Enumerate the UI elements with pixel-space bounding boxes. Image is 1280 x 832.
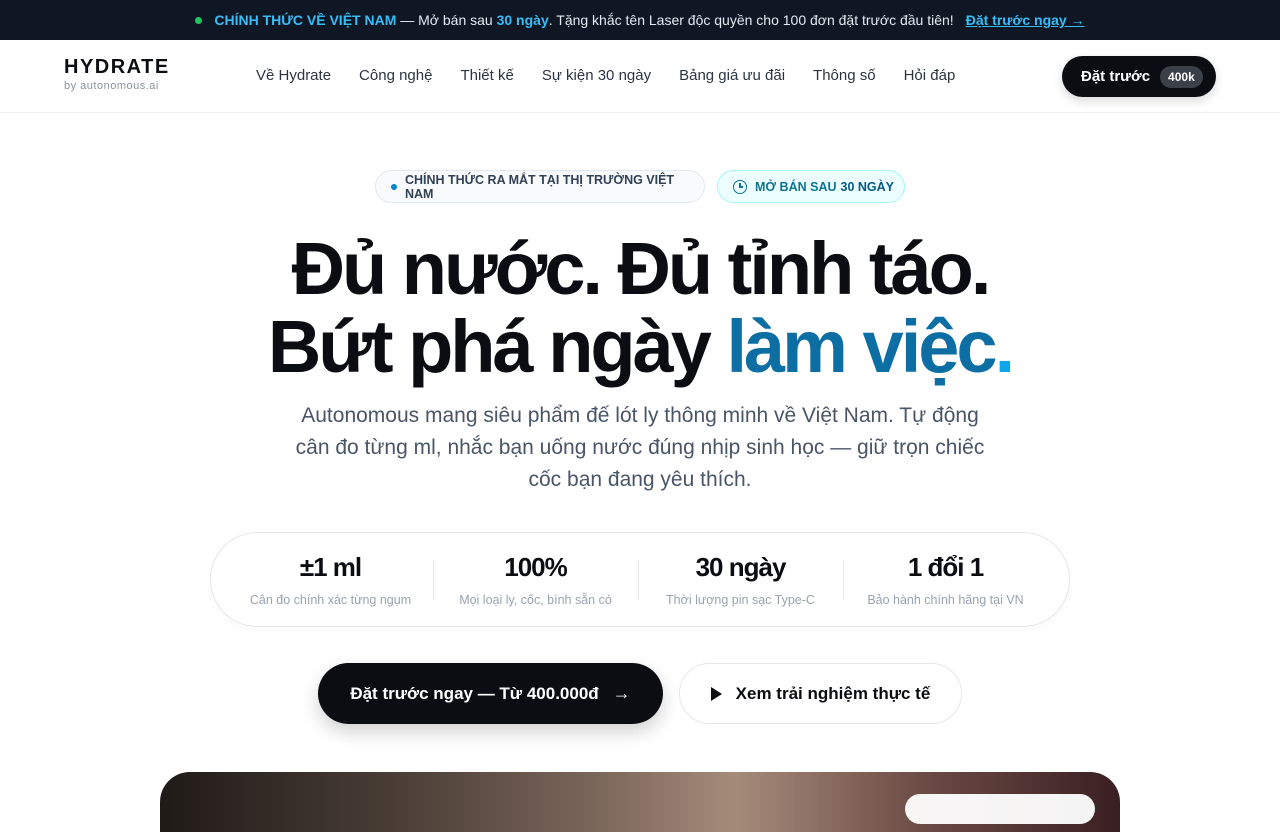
launch-pill: CHÍNH THỨC RA MẮT TẠI THỊ TRƯỜNG VIỆT NA… (375, 170, 705, 203)
main-navbar: HYDRATE by autonomous.ai Về Hydrate Công… (0, 40, 1280, 113)
arrow-right-icon: → (612, 683, 631, 703)
headline-line-2: Bứt phá ngày làm việc. (0, 310, 1280, 384)
announcement-days: 30 ngày (496, 12, 549, 28)
headline-line-2-start: Bứt phá ngày (267, 305, 727, 388)
logo-name: HYDRATE (64, 56, 170, 78)
preorder-now-button[interactable]: Đặt trước ngay — Từ 400.000đ → (318, 663, 663, 724)
nav-menu: Về Hydrate Công nghệ Thiết kế Sự kiện 30… (256, 67, 955, 84)
preorder-price-badge: 400k (1160, 65, 1203, 88)
stat-label: Mọi loại ly, cốc, bình sẵn có (459, 593, 612, 607)
stat-label: Cân đo chính xác từng ngụm (249, 593, 412, 607)
nav-item-design[interactable]: Thiết kế (460, 67, 513, 84)
clock-icon (733, 179, 747, 194)
nav-item-event[interactable]: Sự kiện 30 ngày (542, 67, 651, 84)
hero-image-overlay-chip (905, 794, 1095, 824)
watch-demo-button[interactable]: Xem trải nghiệm thực tế (679, 663, 962, 724)
nav-item-about[interactable]: Về Hydrate (256, 67, 331, 84)
preorder-now-label: Đặt trước ngay — Từ 400.000đ (350, 683, 599, 703)
announcement-highlight: CHÍNH THỨC VỀ VIỆT NAM (214, 12, 397, 28)
stat-battery: 30 ngày Thời lượng pin sạc Type-C (638, 552, 843, 607)
preorder-button[interactable]: Đặt trước 400k (1062, 56, 1216, 97)
sale-pill-days: 30 NGÀY (840, 179, 895, 194)
sale-pill-prefix: MỞ BÁN SAU (755, 179, 837, 194)
announcement-text-after: . Tặng khắc tên Laser độc quyền cho 100 … (548, 12, 954, 28)
watch-demo-label: Xem trải nghiệm thực tế (735, 683, 931, 703)
stat-value: 1 đổi 1 (907, 552, 984, 582)
nav-item-pricing[interactable]: Bảng giá ưu đãi (679, 67, 785, 84)
stat-compatibility: 100% Mọi loại ly, cốc, bình sẵn có (433, 552, 638, 607)
nav-item-technology[interactable]: Công nghệ (359, 67, 432, 84)
hero-image (160, 772, 1120, 832)
nav-item-specs[interactable]: Thông số (813, 67, 876, 84)
preorder-label: Đặt trước (1081, 68, 1151, 85)
logo-subtitle: by autonomous.ai (64, 80, 159, 92)
stat-accuracy: ±1 ml Cân đo chính xác từng ngụm (228, 552, 433, 607)
stat-warranty: 1 đổi 1 Bảo hành chính hãng tại VN (843, 552, 1048, 607)
headline-line-1: Đủ nước. Đủ tỉnh táo. (291, 227, 992, 310)
announcement-preorder-link[interactable]: Đặt trước ngay → (966, 12, 1085, 28)
headline-line-2-highlight: làm việc (726, 305, 997, 388)
stat-label: Thời lượng pin sạc Type-C (666, 593, 815, 607)
stat-value: ±1 ml (299, 552, 362, 582)
play-icon (710, 686, 722, 701)
stat-label: Bảo hành chính hãng tại VN (867, 593, 1024, 607)
launch-pill-text: CHÍNH THỨC RA MẮT TẠI THỊ TRƯỜNG VIỆT NA… (404, 172, 675, 201)
nav-item-faq[interactable]: Hỏi đáp (904, 67, 956, 84)
announcement-text-before: — Mở bán sau (400, 12, 493, 28)
announcement-bar: CHÍNH THỨC VỀ VIỆT NAM — Mở bán sau 30 n… (0, 0, 1280, 40)
stat-value: 30 ngày (695, 552, 787, 582)
sale-countdown-pill: MỞ BÁN SAU 30 NGÀY (717, 170, 905, 203)
live-dot-icon (195, 16, 203, 24)
headline-line-2-dot: . (994, 305, 1015, 388)
logo[interactable]: HYDRATE by autonomous.ai (64, 56, 170, 92)
stat-value: 100% (504, 552, 568, 582)
stats-card: ±1 ml Cân đo chính xác từng ngụm 100% Mọ… (210, 532, 1070, 627)
launch-dot-icon (391, 183, 397, 190)
hero-subtitle: Autonomous mang siêu phẩm đế lót ly thôn… (295, 404, 985, 491)
